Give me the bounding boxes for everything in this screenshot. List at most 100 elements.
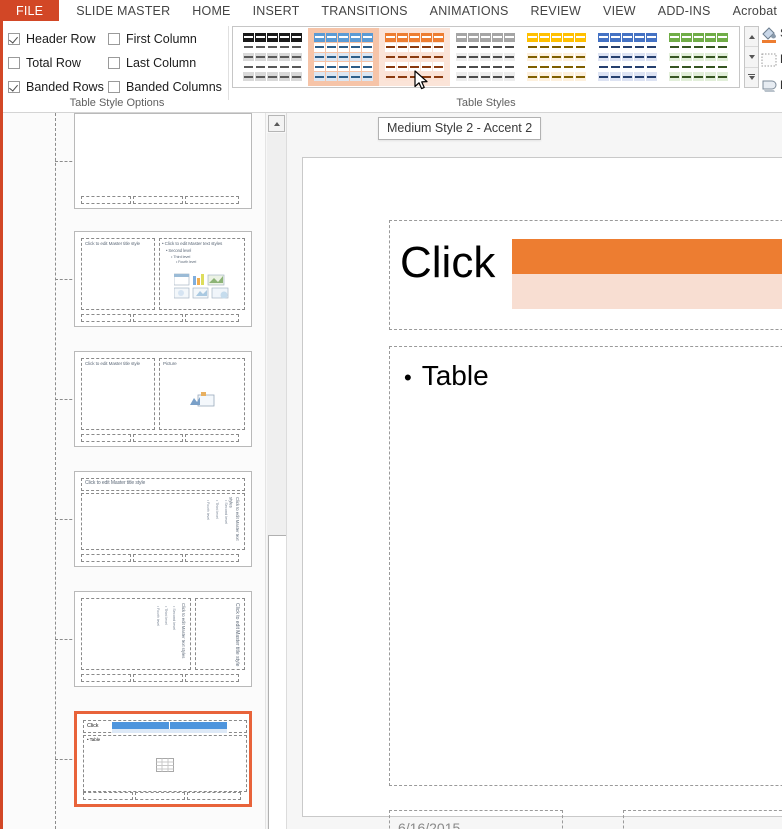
footer-date-placeholder[interactable]: 6/16/2015 <box>389 810 563 829</box>
preview-cell-bar <box>422 65 431 68</box>
slide-layouts-pane[interactable]: Click to edit Master title style • Click … <box>3 113 265 829</box>
preview-cell <box>527 42 538 52</box>
layout-thumbnail-vertical-title-layout[interactable]: Click to edit Master title style Click to… <box>74 591 252 687</box>
tab-home[interactable]: HOME <box>181 0 241 21</box>
mini-vertical-body-placeholder: Click to edit Master text styles • Second… <box>81 493 245 550</box>
gallery-scroll-up-button[interactable] <box>745 27 758 48</box>
mini-placeholder-text: Click to edit Master text styles <box>228 497 240 541</box>
preview-cell <box>551 52 562 62</box>
slide-editor[interactable]: Click • Table 6/16/2015 <box>287 113 782 829</box>
tab-insert[interactable]: INSERT <box>242 0 311 21</box>
checkbox-header-row-box[interactable] <box>8 33 20 45</box>
preview-cell-bar <box>493 36 502 39</box>
table-style-thumbnail-6[interactable] <box>592 28 663 86</box>
preview-cell-bar <box>635 65 644 68</box>
preview-row <box>669 33 728 42</box>
preview-cell-bar <box>552 36 561 39</box>
mini-footer-placeholder <box>133 196 183 204</box>
title-placeholder[interactable]: Click <box>389 220 782 330</box>
scrollbar-track[interactable] <box>267 133 287 829</box>
preview-cell-bar <box>410 55 419 58</box>
gallery-scroll-buttons <box>744 26 759 88</box>
table-style-thumbnail-4[interactable] <box>450 28 521 86</box>
preview-cell <box>646 42 657 52</box>
table-style-thumbnail-1[interactable] <box>237 28 308 86</box>
checkbox-header-row[interactable]: Header Row <box>8 32 108 46</box>
preview-cell-bar <box>410 46 419 49</box>
scroll-up-icon[interactable] <box>268 115 285 132</box>
mouse-cursor <box>414 70 430 97</box>
table-styles-gallery[interactable] <box>232 26 740 88</box>
checkbox-banded-rows-box[interactable] <box>8 81 20 93</box>
layout-thumbnail-table-layout[interactable]: Click • Table <box>74 711 252 807</box>
checkbox-total-row[interactable]: Total Row <box>8 56 108 70</box>
slide-canvas[interactable]: Click • Table 6/16/2015 <box>302 157 782 829</box>
layout-thumbnail-vertical-text-layout[interactable]: Click to edit Master title style Click to… <box>74 471 252 567</box>
preview-cell-bar <box>718 75 727 78</box>
preview-cell-bar <box>469 65 478 68</box>
preview-cell <box>480 52 491 62</box>
checkbox-banded-rows[interactable]: Banded Rows <box>8 80 108 94</box>
preview-cell <box>669 33 680 42</box>
checkbox-last-column[interactable]: Last Column <box>108 56 228 70</box>
table-style-thumbnail-7[interactable] <box>663 28 734 86</box>
tab-slide-master[interactable]: SLIDE MASTER <box>65 0 181 21</box>
layout-thumbnail-blank-layout[interactable] <box>74 113 252 209</box>
effects-icon[interactable]: E <box>760 77 782 95</box>
table-style-thumbnail-5[interactable] <box>521 28 592 86</box>
preview-cell <box>243 62 254 72</box>
tab-add-ins[interactable]: ADD-INS <box>647 0 722 21</box>
picture-icon <box>190 391 216 414</box>
tab-animations[interactable]: ANIMATIONS <box>419 0 520 21</box>
preview-cell <box>243 33 254 42</box>
checkbox-banded-columns[interactable]: Banded Columns <box>108 80 228 94</box>
preview-cell <box>480 42 491 52</box>
checkbox-total-row-box[interactable] <box>8 57 20 69</box>
layout-thumbnail-content-layout[interactable]: Click to edit Master title style • Click … <box>74 231 252 327</box>
shading-icon[interactable]: S <box>760 25 782 43</box>
mini-footer-placeholder <box>185 674 239 682</box>
tab-review[interactable]: REVIEW <box>520 0 593 21</box>
preview-cell-bar <box>327 55 336 58</box>
mini-picture-placeholder: Picture <box>159 358 245 430</box>
checkbox-total-row-label: Total Row <box>26 56 81 70</box>
tab-view[interactable]: VIEW <box>592 0 647 21</box>
gallery-scroll-down-button[interactable] <box>745 47 758 68</box>
borders-icon[interactable]: B <box>760 51 782 69</box>
preview-cell <box>338 62 349 72</box>
preview-cell <box>575 52 586 62</box>
preview-row <box>314 33 373 42</box>
tab-acrobat[interactable]: Acrobat <box>722 0 782 21</box>
table-style-thumbnail-2[interactable] <box>308 28 379 86</box>
preview-row <box>669 52 728 62</box>
preview-cell <box>385 62 396 72</box>
checkbox-first-column[interactable]: First Column <box>108 32 228 46</box>
preview-cell-bar <box>552 46 561 49</box>
tab-transitions[interactable]: TRANSITIONS <box>310 0 418 21</box>
layout-thumbnail-picture-layout[interactable]: Click to edit Master title style Picture <box>74 351 252 447</box>
slide-table[interactable] <box>512 239 782 309</box>
preview-cell <box>717 42 728 52</box>
scrollbar-thumb[interactable] <box>268 535 287 829</box>
preview-cell-bar <box>682 65 691 68</box>
preview-cell <box>279 72 290 81</box>
body-placeholder[interactable]: • Table <box>389 346 782 786</box>
preview-cell <box>255 42 266 52</box>
preview-cell-bar <box>564 55 573 58</box>
mini-footer-placeholder <box>133 314 183 322</box>
preview-row <box>669 72 728 81</box>
preview-cell <box>279 33 290 42</box>
preview-cell-bar <box>363 55 372 58</box>
preview-cell <box>350 72 361 81</box>
preview-cell-bar <box>481 55 490 58</box>
checkbox-last-column-box[interactable] <box>108 57 120 69</box>
preview-cell <box>385 33 396 42</box>
gallery-more-button[interactable] <box>745 68 758 87</box>
preview-cell-bar <box>398 75 407 78</box>
outline-pane-scrollbar[interactable] <box>265 113 287 829</box>
checkbox-first-column-box[interactable] <box>108 33 120 45</box>
preview-cell <box>598 52 609 62</box>
tab-file[interactable]: FILE <box>0 0 60 21</box>
footer-center-placeholder[interactable] <box>623 810 782 829</box>
checkbox-banded-columns-box[interactable] <box>108 81 120 93</box>
